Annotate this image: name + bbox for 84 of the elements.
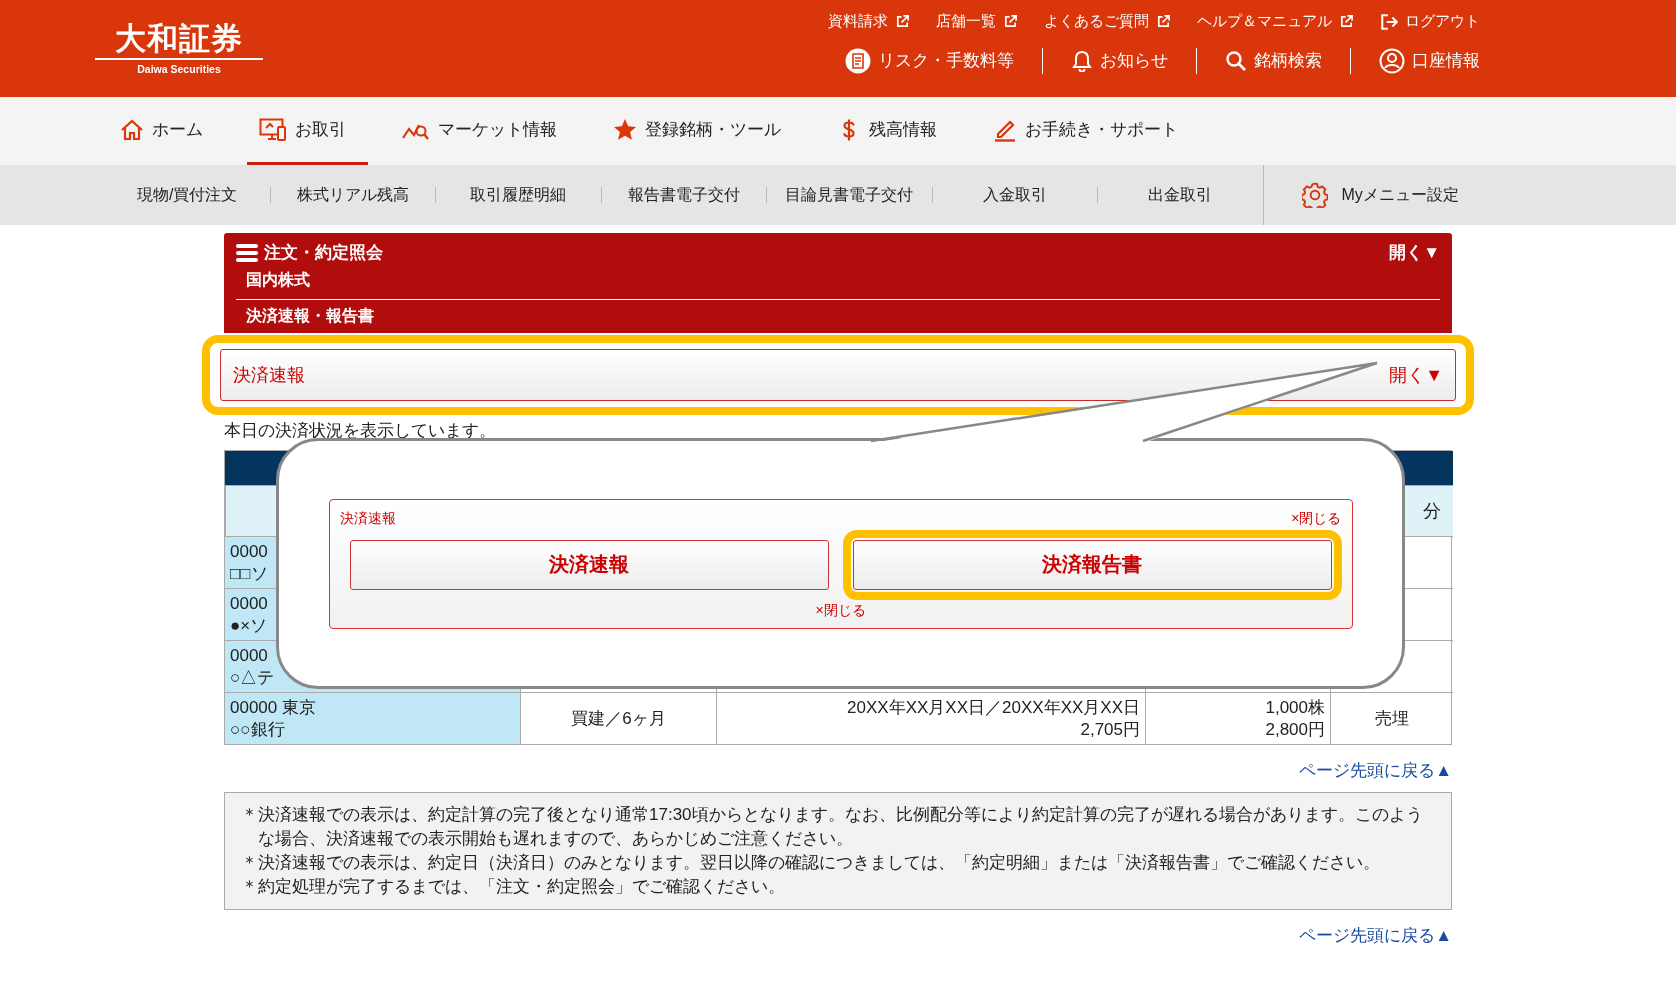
link-label[interactable]: お知らせ: [1100, 52, 1168, 70]
header-link[interactable]: 資料請求: [828, 12, 910, 31]
back-to-top-link[interactable]: ページ先頭に戻る▲: [1299, 759, 1452, 782]
star-icon: [613, 117, 637, 142]
dialog-title: 決済速報: [339, 509, 396, 528]
subnav-link[interactable]: 入金取引: [931, 187, 1097, 203]
external-link-icon: [895, 14, 910, 29]
tab-label[interactable]: 残高情報: [869, 118, 937, 141]
monitor-icon: [259, 117, 287, 142]
link-label[interactable]: ログアウト: [1405, 12, 1480, 31]
subnav-link[interactable]: 報告書電子交付: [600, 187, 766, 203]
accordion-label[interactable]: 決済速報: [233, 363, 305, 387]
column-heading: 分: [1423, 500, 1441, 523]
link-label[interactable]: リスク・手数料等: [878, 52, 1014, 70]
tab-label[interactable]: マーケット情報: [438, 118, 557, 141]
cell-text: □□ソ: [230, 562, 269, 585]
link-label[interactable]: 店舗一覧: [936, 12, 996, 31]
external-link-icon: [1339, 14, 1354, 29]
subnav-link[interactable]: 目論見書電子交付: [766, 187, 932, 203]
cell-text: 2,800円: [1265, 718, 1325, 741]
utility-link[interactable]: お知らせ: [1042, 48, 1196, 74]
external-link-icon: [1003, 14, 1018, 29]
utility-link[interactable]: 銘柄検索: [1196, 48, 1350, 74]
cell-text: 20XX年XX月XX日／20XX年XX月XX日: [847, 696, 1140, 719]
cell-text: 0000: [230, 592, 269, 615]
settings-icon: [1301, 182, 1328, 208]
tab-label[interactable]: ホーム: [152, 118, 203, 141]
utility-link[interactable]: 口座情報: [1350, 48, 1480, 74]
account-icon: [1379, 48, 1405, 74]
nav-tab[interactable]: ホーム: [108, 97, 225, 165]
cell-text: 00000 東京: [230, 696, 317, 719]
tab-label[interactable]: お手続き・サポート: [1025, 118, 1178, 141]
link-label[interactable]: よくあるご質問: [1044, 12, 1149, 31]
panel-title: 注文・約定照会: [264, 242, 383, 264]
note-text: ＊決済速報での表示は、約定日（決済日）のみとなります。翌日以降の確認につきましては、「約定明細」または「決済報告書」でご確認ください。: [241, 852, 1381, 874]
subnav-link[interactable]: 現物/買付注文: [105, 187, 270, 203]
header-link[interactable]: 店舗一覧: [936, 12, 1018, 31]
accordion-bar[interactable]: 決済速報 開く▼: [220, 349, 1456, 401]
note-text: ＊決済速報での表示は、約定計算の完了後となり通常17:30頃からとなります。なお、比例配分等により約定計算の完了が遅れる場合があります。このような場合、決済速報での表示開始も遅れますので、あらかじめご注意ください。: [241, 804, 1424, 850]
cell-text: 0000: [230, 644, 269, 667]
document-icon: [845, 48, 871, 74]
link-label[interactable]: 資料請求: [828, 12, 888, 31]
subnav-link[interactable]: 株式リアル残高: [269, 187, 435, 203]
menu-icon: [236, 241, 258, 264]
tab-label[interactable]: お取引: [295, 118, 346, 141]
tab-label[interactable]: 登録銘柄・ツール: [645, 118, 781, 141]
my-menu-settings[interactable]: Myメニュー設定: [1262, 165, 1676, 225]
search-icon: [1225, 50, 1247, 72]
close-link[interactable]: ×閉じる: [815, 601, 866, 618]
expand-toggle[interactable]: 開く▼: [1389, 241, 1440, 264]
logo-subtitle: Daiwa Securities: [137, 63, 221, 76]
cell-text: 1,000株: [1265, 696, 1325, 719]
report-button[interactable]: 決済報告書: [852, 539, 1332, 590]
logout-icon: [1380, 12, 1398, 31]
cell-text: 0000: [230, 540, 269, 563]
cell-text: 買建／6ヶ月: [571, 707, 666, 730]
logo-wordmark: 大和証券: [95, 21, 263, 61]
panel-subtitle: 決済速報・報告書: [245, 306, 375, 326]
nav-tab[interactable]: マーケット情報: [390, 97, 579, 165]
bell-icon: [1071, 50, 1093, 72]
subnav-link[interactable]: 出金取引: [1097, 187, 1263, 203]
expand-toggle[interactable]: 開く▼: [1389, 363, 1443, 387]
link-label[interactable]: 銘柄検索: [1254, 52, 1322, 70]
cell-text: ○△テ: [230, 666, 276, 689]
header-link[interactable]: ログアウト: [1380, 12, 1480, 31]
utility-link[interactable]: リスク・手数料等: [817, 48, 1042, 74]
close-link[interactable]: ×閉じる: [1291, 509, 1342, 528]
cell-text: 2,705円: [1080, 718, 1140, 741]
cell-text: ○○銀行: [230, 718, 286, 741]
report-button[interactable]: 決済速報: [349, 539, 829, 590]
back-to-top-link[interactable]: ページ先頭に戻る▲: [1299, 924, 1452, 947]
header-link[interactable]: よくあるご質問: [1044, 12, 1171, 31]
external-link-icon: [1156, 14, 1171, 29]
subnav-link[interactable]: 取引履歴明細: [435, 187, 601, 203]
link-label[interactable]: 口座情報: [1412, 52, 1480, 70]
link-label[interactable]: Myメニュー設定: [1341, 187, 1459, 203]
note-text: ＊約定処理が完了するまでは、「注文・約定照会」でご確認ください。: [241, 876, 786, 898]
home-icon: [120, 117, 144, 142]
nav-tab[interactable]: 残高情報: [825, 97, 959, 165]
nav-tab[interactable]: お手続き・サポート: [981, 97, 1200, 165]
cell-text: 売埋: [1375, 707, 1409, 730]
panel-subtitle: 国内株式: [236, 264, 1440, 300]
nav-tab[interactable]: 登録銘柄・ツール: [601, 97, 803, 165]
cell-text: ●×ソ: [230, 614, 269, 637]
